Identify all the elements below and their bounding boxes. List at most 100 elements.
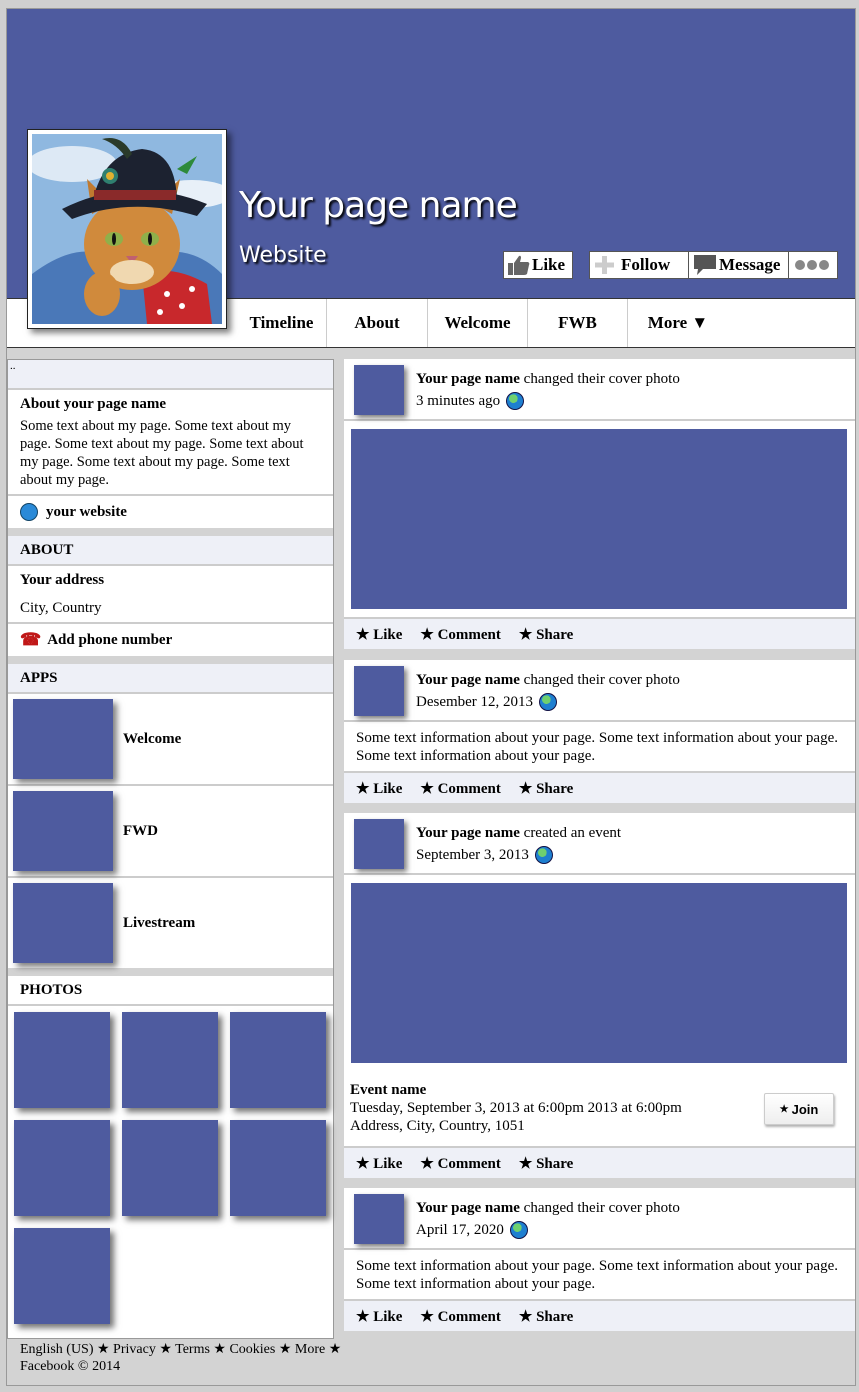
post-title: Your page name changed their cover photo — [416, 1200, 680, 1217]
post-action: created an event — [523, 825, 622, 841]
share-action[interactable]: ★ Share — [519, 1307, 573, 1326]
app-label: Livestream — [123, 914, 196, 931]
post-avatar[interactable] — [354, 1194, 404, 1244]
globe-icon — [539, 693, 558, 711]
star-icon: ★ — [779, 1103, 789, 1115]
address-label: Your address — [20, 572, 105, 588]
photo-thumbnail[interactable] — [14, 1012, 110, 1108]
photo-thumbnail[interactable] — [14, 1228, 110, 1324]
add-phone-link[interactable]: ☎ Add phone number — [8, 624, 333, 656]
post-author[interactable]: Your page name — [416, 825, 520, 841]
photo-thumbnail[interactable] — [122, 1012, 218, 1108]
event-name[interactable]: Event name — [350, 1081, 682, 1099]
app-thumbnail — [13, 883, 113, 963]
globe-icon — [509, 1221, 528, 1239]
event-where: Address, City, Country, 1051 — [350, 1118, 525, 1134]
post-actions: ★ Like ★ Comment ★ Share — [344, 1146, 855, 1178]
join-button[interactable]: ★ Join — [764, 1093, 834, 1125]
tab-fwb[interactable]: FWB — [528, 299, 628, 347]
app-item-welcome[interactable]: Welcome — [8, 694, 333, 786]
post-actions: ★ Like ★ Comment ★ Share — [344, 771, 855, 803]
like-action[interactable]: ★ Like — [356, 779, 402, 798]
post-title: Your page name created an event — [416, 825, 621, 842]
like-button[interactable]: Like — [503, 251, 573, 279]
like-action[interactable]: ★ Like — [356, 1307, 402, 1326]
globe-icon — [534, 846, 553, 864]
like-action[interactable]: ★ Like — [356, 1154, 402, 1173]
post-text: Some text information about your page. S… — [356, 1258, 838, 1292]
post-meta: April 17, 2020 — [416, 1221, 528, 1239]
post-time[interactable]: Desember 12, 2013 — [416, 694, 533, 711]
photo-thumbnail[interactable] — [14, 1120, 110, 1216]
post-avatar[interactable] — [354, 365, 404, 415]
photo-thumbnail[interactable] — [230, 1012, 326, 1108]
message-button-label: Message — [719, 255, 781, 274]
comment-action[interactable]: ★ Comment — [420, 1307, 501, 1326]
timeline-post: Your page name changed their cover photo… — [344, 1188, 855, 1331]
about-page-title: About your page name — [20, 396, 166, 412]
post-time[interactable]: 3 minutes ago — [416, 393, 500, 410]
profile-picture[interactable] — [27, 129, 227, 329]
share-action[interactable]: ★ Share — [519, 779, 573, 798]
post-actions: ★ Like ★ Comment ★ Share — [344, 1299, 855, 1331]
post-text: Some text information about your page. S… — [356, 730, 838, 764]
globe-icon — [20, 503, 38, 521]
thumbs-up-icon — [508, 255, 530, 275]
post-avatar[interactable] — [354, 819, 404, 869]
website-link[interactable]: your website — [8, 496, 333, 528]
post-author[interactable]: Your page name — [416, 1200, 520, 1216]
message-button[interactable]: Message — [688, 251, 789, 279]
footer-copyright: Facebook © 2014 — [20, 1359, 121, 1374]
comment-action[interactable]: ★ Comment — [420, 1154, 501, 1173]
post-author[interactable]: Your page name — [416, 672, 520, 688]
post-avatar[interactable] — [354, 666, 404, 716]
about-page-section: About your page name Some text about my … — [8, 390, 333, 496]
post-title: Your page name changed their cover photo — [416, 672, 680, 689]
page-title: Your page name — [239, 185, 518, 226]
tab-timeline[interactable]: Timeline — [237, 299, 327, 347]
timeline-feed: Your page name changed their cover photo… — [344, 359, 855, 1334]
share-action[interactable]: ★ Share — [519, 1154, 573, 1173]
plus-icon — [595, 256, 614, 274]
post-meta: 3 minutes ago — [416, 392, 525, 410]
app-label: FWD — [123, 822, 158, 839]
post-meta: Desember 12, 2013 — [416, 693, 558, 711]
post-time[interactable]: April 17, 2020 — [416, 1222, 504, 1239]
post-image[interactable] — [351, 429, 847, 609]
post-header: Your page name changed their cover photo… — [344, 359, 855, 421]
tab-more[interactable]: More ▼ — [628, 299, 728, 347]
about-header: ABOUT — [8, 536, 333, 566]
app-label: Welcome — [123, 730, 182, 747]
app-thumbnail — [13, 699, 113, 779]
photo-thumbnail[interactable] — [230, 1120, 326, 1216]
post-action: changed their cover photo — [523, 371, 680, 387]
like-action[interactable]: ★ Like — [356, 625, 402, 644]
app-item-fwd[interactable]: FWD — [8, 786, 333, 878]
comment-action[interactable]: ★ Comment — [420, 625, 501, 644]
follow-button[interactable]: Follow — [589, 251, 689, 279]
page-subtitle: Website — [239, 243, 327, 268]
apps-header: APPS — [8, 664, 333, 694]
comment-action[interactable]: ★ Comment — [420, 779, 501, 798]
divider — [8, 528, 333, 536]
footer-links[interactable]: English (US) ★ Privacy ★ Terms ★ Cookies… — [20, 1341, 341, 1358]
more-options-button[interactable] — [788, 251, 838, 279]
post-header: Your page name changed their cover photo… — [344, 660, 855, 722]
post-time[interactable]: September 3, 2013 — [416, 847, 529, 864]
divider — [8, 968, 333, 976]
tab-about[interactable]: About — [327, 299, 428, 347]
speech-bubble-icon — [694, 255, 716, 275]
globe-icon — [506, 392, 525, 410]
join-label: Join — [791, 1101, 819, 1117]
left-sidebar: .. About your page name Some text about … — [7, 359, 334, 1339]
app-item-livestream[interactable]: Livestream — [8, 878, 333, 968]
tab-welcome[interactable]: Welcome — [428, 299, 528, 347]
post-author[interactable]: Your page name — [416, 371, 520, 387]
post-action: changed their cover photo — [523, 1200, 680, 1216]
photos-header: PHOTOS — [8, 976, 333, 1006]
share-action[interactable]: ★ Share — [519, 625, 573, 644]
event-image[interactable] — [351, 883, 847, 1063]
cat-portrait-image — [32, 134, 222, 324]
phone-icon: ☎ — [20, 630, 42, 649]
photo-thumbnail[interactable] — [122, 1120, 218, 1216]
